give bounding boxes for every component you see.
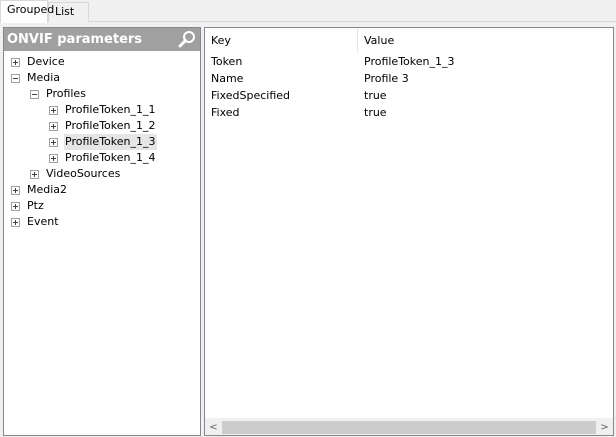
table-row[interactable]: Name Profile 3	[205, 70, 613, 87]
collapse-icon[interactable]	[11, 74, 20, 83]
tab-grouped[interactable]: Grouped	[0, 0, 54, 23]
grid-header: Key Value	[205, 28, 613, 53]
tree-node-label: Ptz	[27, 199, 44, 212]
tree-node-label: Event	[27, 215, 59, 228]
properties-grid: Key Value Token ProfileToken_1_3 Name Pr…	[204, 27, 614, 436]
tab-strip: Grouped List	[0, 0, 616, 23]
tree-node-label: Device	[27, 55, 65, 68]
cell-value: true	[364, 106, 387, 119]
table-row[interactable]: Fixed true	[205, 104, 613, 121]
panel-header: ONVIF parameters	[4, 28, 200, 51]
panel-title: ONVIF parameters	[7, 32, 143, 47]
expand-icon[interactable]	[49, 138, 58, 147]
expand-icon[interactable]	[49, 122, 58, 131]
tree-node-label: ProfileToken_1_1	[65, 103, 156, 116]
column-header-key[interactable]: Key	[205, 28, 358, 53]
expand-icon[interactable]	[11, 202, 20, 211]
tree-node-label: Media2	[27, 183, 68, 196]
tree-node-label: ProfileToken_1_4	[65, 151, 156, 164]
tree-node-label: Media	[27, 71, 61, 84]
cell-value: true	[364, 89, 387, 102]
scroll-left-icon[interactable]: <	[205, 419, 222, 436]
search-icon[interactable]	[178, 30, 197, 49]
column-header-value[interactable]: Value	[358, 28, 613, 53]
cell-key: Token	[211, 55, 243, 68]
cell-key: Fixed	[211, 106, 240, 119]
expand-icon[interactable]	[11, 186, 20, 195]
scrollbar-thumb[interactable]	[222, 421, 596, 434]
collapse-icon[interactable]	[30, 90, 39, 99]
onvif-tree-panel: ONVIF parameters Device Media Profiles P…	[3, 27, 201, 436]
tree-node-label: ProfileToken_1_2	[65, 119, 156, 132]
cell-key: FixedSpecified	[211, 89, 291, 102]
scroll-right-icon[interactable]: >	[596, 419, 613, 436]
expand-icon[interactable]	[30, 170, 39, 179]
cell-value: ProfileToken_1_3	[364, 55, 455, 68]
cell-value: Profile 3	[364, 72, 409, 85]
table-row[interactable]: FixedSpecified true	[205, 87, 613, 104]
tree-node-label: ProfileToken_1_3	[64, 134, 157, 150]
horizontal-scrollbar[interactable]: < >	[205, 418, 613, 435]
expand-icon[interactable]	[49, 106, 58, 115]
tree-node-label: VideoSources	[46, 167, 121, 180]
cell-key: Name	[211, 72, 244, 85]
tree-node-label: Profiles	[46, 87, 86, 100]
expand-icon[interactable]	[49, 154, 58, 163]
expand-icon[interactable]	[11, 58, 20, 67]
expand-icon[interactable]	[11, 218, 20, 227]
table-row[interactable]: Token ProfileToken_1_3	[205, 53, 613, 70]
